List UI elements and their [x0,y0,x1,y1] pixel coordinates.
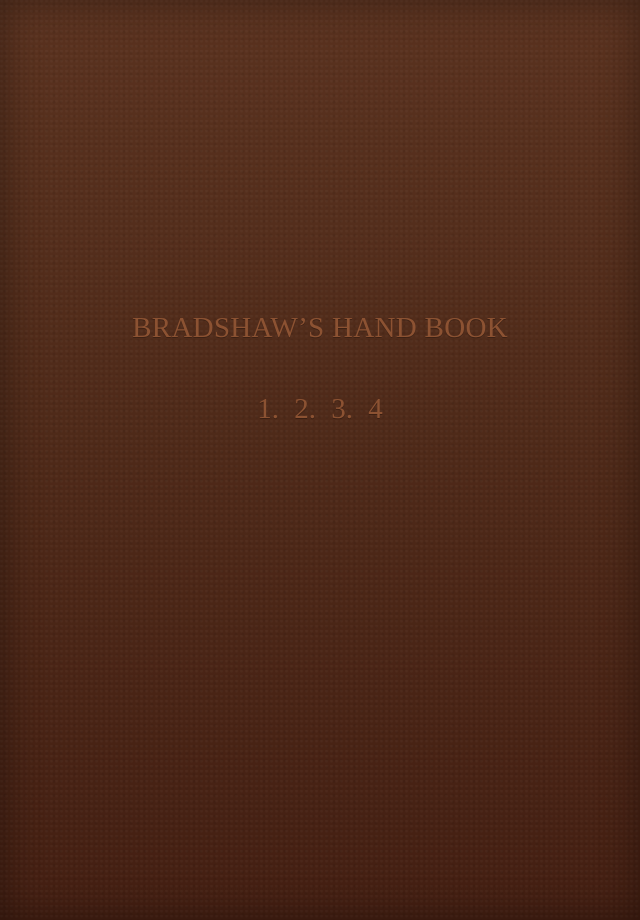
book-title: BRADSHAW’S HAND BOOK [132,312,508,344]
book-cover: BRADSHAW’S HAND BOOK 1. 2. 3. 4 [0,0,640,920]
volume-numbers: 1. 2. 3. 4 [257,393,383,425]
